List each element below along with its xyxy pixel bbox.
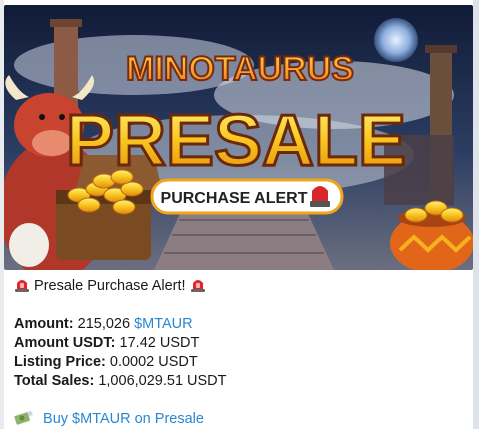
mtaur-cashtag-link[interactable]: $MTAUR <box>134 316 193 332</box>
total-sales-label: Total Sales: <box>14 373 95 389</box>
message-card: MINOTAURUS PRESALE PURCHASE ALERT Presal… <box>0 0 479 429</box>
siren-icon <box>190 280 205 292</box>
siren-icon <box>15 280 29 292</box>
purchase-alert-badge: PURCHASE ALERT <box>161 190 308 207</box>
alert-heading-row: Presale Purchase Alert! <box>14 277 206 296</box>
alert-heading: Presale Purchase Alert! <box>34 278 186 294</box>
minotaurus-logo: MINOTAURUS <box>126 50 354 88</box>
amount-usdt-row: Amount USDT: 17.42 USDT <box>14 334 199 353</box>
buy-presale-link[interactable]: Buy $MTAUR on Presale <box>43 411 204 427</box>
listing-price-row: Listing Price: 0.0002 USDT <box>14 353 198 372</box>
presale-headline: PRESALE <box>66 101 406 181</box>
listing-price-label: Listing Price: <box>14 354 106 370</box>
amount-label: Amount: <box>14 316 74 332</box>
amount-row: Amount: 215,026 $MTAUR <box>14 315 193 334</box>
presale-banner-image[interactable]: MINOTAURUS PRESALE PURCHASE ALERT <box>4 5 473 270</box>
amount-value: 215,026 <box>77 316 131 332</box>
money-icon <box>14 411 33 425</box>
total-sales-row: Total Sales: 1,006,029.51 USDT <box>14 372 227 391</box>
amount-usdt-label: Amount USDT: <box>14 335 116 351</box>
scrollbar-track[interactable] <box>473 0 479 429</box>
buy-presale-link-row[interactable]: Buy $MTAUR on Presale <box>14 410 204 429</box>
total-sales-value: 1,006,029.51 USDT <box>98 373 227 389</box>
listing-price-value: 0.0002 USDT <box>109 354 198 370</box>
amount-usdt-value: 17.42 USDT <box>119 335 200 351</box>
